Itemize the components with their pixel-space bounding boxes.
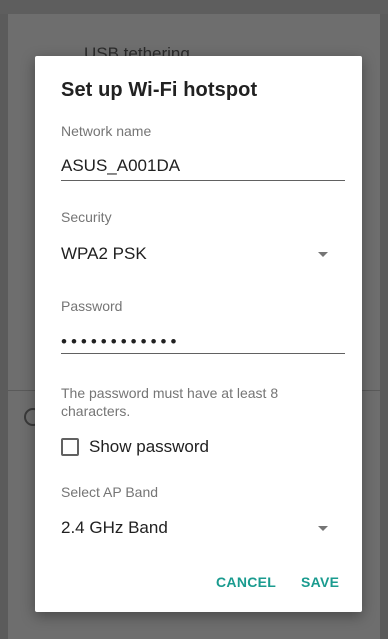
security-dropdown-arrow-icon[interactable] <box>318 252 328 257</box>
network-name-input[interactable]: ASUS_A001DA <box>61 156 180 176</box>
status-bar-area <box>0 0 388 14</box>
save-button[interactable]: SAVE <box>301 574 339 590</box>
security-label: Security <box>61 209 112 225</box>
ap-band-dropdown[interactable]: 2.4 GHz Band <box>61 518 168 538</box>
password-hint: The password must have at least 8 charac… <box>61 385 279 419</box>
show-password-label[interactable]: Show password <box>89 437 209 457</box>
ap-band-dropdown-arrow-icon[interactable] <box>318 526 328 531</box>
password-underline <box>61 353 345 354</box>
show-password-checkbox[interactable] <box>61 438 79 456</box>
ap-band-label: Select AP Band <box>61 484 159 500</box>
password-label: Password <box>61 298 123 314</box>
network-name-label: Network name <box>61 123 152 139</box>
password-input[interactable]: •••••••••••• <box>61 332 180 352</box>
security-dropdown[interactable]: WPA2 PSK <box>61 244 147 264</box>
cancel-button[interactable]: CANCEL <box>216 574 276 590</box>
network-name-underline <box>61 180 345 181</box>
dialog-title: Set up Wi-Fi hotspot <box>61 79 258 101</box>
wifi-hotspot-dialog: Set up Wi-Fi hotspot Network name ASUS_A… <box>35 56 362 612</box>
